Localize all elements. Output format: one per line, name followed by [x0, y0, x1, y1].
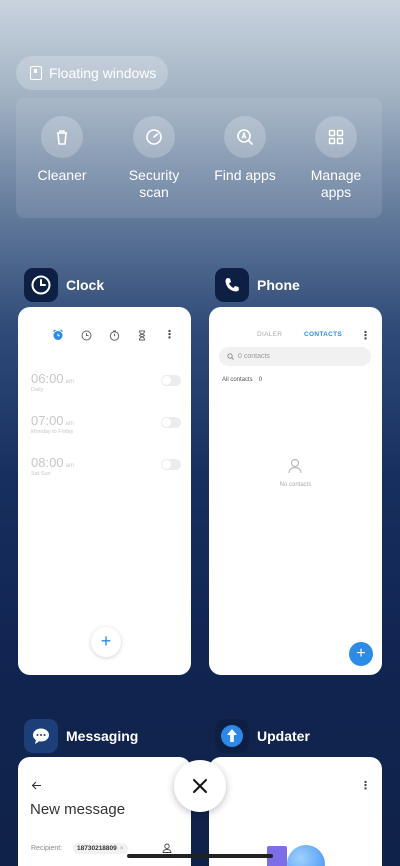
- close-icon: [193, 779, 207, 793]
- phone-app-header[interactable]: Phone: [215, 268, 300, 302]
- alarm-time: 08:00: [31, 455, 64, 470]
- alarm-repeat: Daily: [31, 387, 44, 393]
- close-all-button[interactable]: [174, 760, 226, 812]
- timer-tab-icon[interactable]: [137, 330, 147, 341]
- clock-app-header[interactable]: Clock: [24, 268, 104, 302]
- person-icon: [288, 458, 302, 474]
- updater-more-icon[interactable]: ⋮: [360, 779, 371, 792]
- remove-recipient-icon[interactable]: ×: [120, 845, 124, 852]
- stopwatch-tab-icon[interactable]: [109, 330, 120, 341]
- security-scan-button[interactable]: Security scan: [109, 116, 199, 201]
- alarm-ampm: am: [65, 463, 74, 469]
- updater-app-header[interactable]: Updater: [215, 719, 310, 753]
- floating-windows-button[interactable]: Floating windows: [16, 56, 168, 90]
- clock-app-name: Clock: [66, 277, 105, 293]
- messaging-app-icon: [24, 719, 58, 753]
- find-apps-icon: [224, 116, 266, 158]
- manage-apps-button[interactable]: Manage apps: [291, 116, 381, 201]
- new-message-title: New message: [30, 801, 126, 818]
- phone-app-card[interactable]: DIALER CONTACTS ⋮ 0 contacts All contact…: [209, 307, 382, 675]
- contacts-search-input[interactable]: 0 contacts: [219, 347, 371, 366]
- world-clock-tab-icon[interactable]: [81, 330, 92, 341]
- cleaner-label: Cleaner: [37, 167, 87, 183]
- alarm-toggle[interactable]: [161, 375, 181, 386]
- floating-window-icon: [30, 66, 42, 80]
- find-apps-label: Find apps: [214, 167, 276, 183]
- group-label: All contacts: [222, 377, 253, 383]
- updater-app-icon: [215, 719, 249, 753]
- add-contact-button[interactable]: +: [349, 642, 373, 666]
- clock-app-card[interactable]: ⋮ 06:00 am Daily 07:00 am Monday to Friday…: [18, 307, 191, 675]
- add-alarm-button[interactable]: +: [91, 627, 121, 657]
- alarm-toggle[interactable]: [161, 459, 181, 470]
- phone-app-icon: [215, 268, 249, 302]
- clock-app-icon: [24, 268, 58, 302]
- alarm-item[interactable]: 08:00 am Sat Sun: [31, 455, 181, 485]
- group-count: 0: [258, 377, 263, 383]
- contacts-group-row[interactable]: All contacts 0: [222, 377, 262, 383]
- messaging-app-card[interactable]: New message Recipient: 18730218809 ×: [18, 757, 191, 866]
- phone-app-name: Phone: [257, 277, 300, 293]
- search-icon: [227, 353, 234, 360]
- search-placeholder: 0 contacts: [238, 353, 270, 360]
- alarm-item[interactable]: 07:00 am Monday to Friday: [31, 413, 181, 443]
- security-icon: [133, 116, 175, 158]
- recipient-value: 18730218809: [77, 845, 117, 852]
- alarm-toggle[interactable]: [161, 417, 181, 428]
- updater-app-name: Updater: [257, 728, 310, 744]
- cleaner-button[interactable]: Cleaner: [17, 116, 107, 184]
- home-indicator[interactable]: [127, 854, 273, 858]
- back-arrow-icon[interactable]: [31, 781, 42, 790]
- alarm-time: 07:00: [31, 413, 64, 428]
- find-apps-button[interactable]: Find apps: [200, 116, 290, 184]
- alarm-repeat: Sat Sun: [31, 471, 51, 477]
- updater-illustration-circle: [287, 845, 325, 866]
- manage-apps-label: Manage apps: [310, 167, 362, 200]
- recipient-label: Recipient:: [31, 845, 63, 852]
- phone-more-icon[interactable]: ⋮: [360, 329, 371, 342]
- alarm-time: 06:00: [31, 371, 64, 386]
- contact-picker-icon[interactable]: [162, 843, 172, 853]
- recipient-chip[interactable]: 18730218809 ×: [73, 843, 128, 854]
- alarm-tab-icon[interactable]: [52, 329, 64, 341]
- messaging-app-header[interactable]: Messaging: [24, 719, 138, 753]
- messaging-app-name: Messaging: [66, 728, 139, 744]
- grid-icon: [315, 116, 357, 158]
- tab-contacts[interactable]: CONTACTS: [304, 331, 342, 338]
- floating-windows-label: Floating windows: [49, 65, 157, 81]
- tab-dialer[interactable]: DIALER: [257, 331, 282, 338]
- empty-contacts-label: No contacts: [279, 482, 312, 488]
- security-scan-label: Security scan: [128, 167, 180, 200]
- trash-icon: [41, 116, 83, 158]
- clock-more-icon[interactable]: ⋮: [164, 330, 175, 341]
- alarm-repeat: Monday to Friday: [31, 429, 74, 435]
- clock-tabs: ⋮: [52, 329, 175, 341]
- alarm-ampm: am: [65, 421, 74, 427]
- updater-app-card[interactable]: ⋮: [209, 757, 382, 866]
- alarm-ampm: am: [65, 379, 74, 385]
- quick-tools-panel: Cleaner Security scan Find apps Manage a…: [16, 98, 382, 218]
- alarm-item[interactable]: 06:00 am Daily: [31, 371, 181, 401]
